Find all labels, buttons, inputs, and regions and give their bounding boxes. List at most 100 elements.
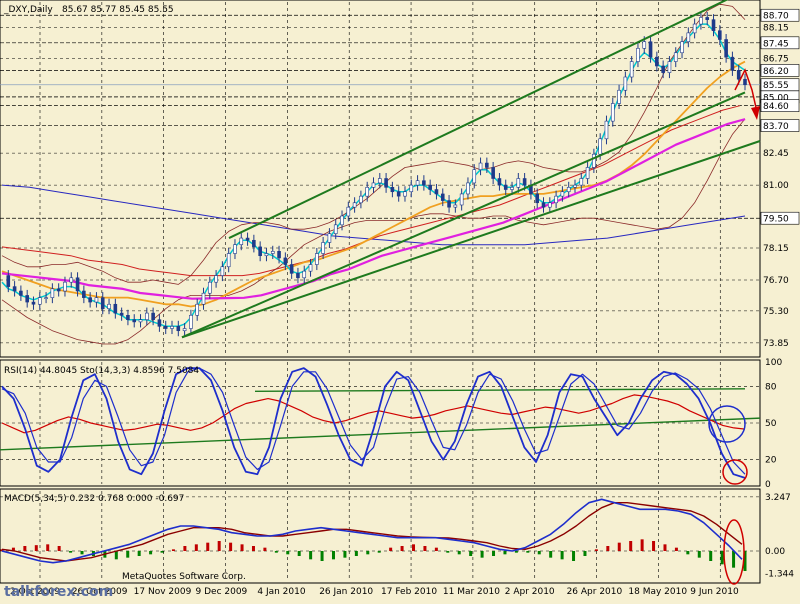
price-tick-label: 86.75 [763,54,789,64]
candle-body [56,288,61,292]
macd-histogram-bar [709,551,713,561]
macd-histogram-bar [583,551,587,556]
candle-body [6,275,11,287]
macd-histogram-bar [526,551,530,553]
macd-histogram-bar [503,551,507,555]
macd-histogram-bar [354,551,358,556]
macd-histogram-bar [480,551,484,558]
candle-body [296,273,300,279]
candle-body [170,326,174,329]
macd-histogram-bar [46,544,50,551]
candle-body [37,297,42,305]
candle-body [245,237,250,241]
macd-histogram-bar [229,542,233,551]
date-tick-label: 26 Jan 2010 [319,587,373,597]
candle-body [182,328,187,332]
macd-histogram-bar [720,551,724,565]
candle-body [718,30,722,40]
candle-body [497,178,502,186]
candle-body [69,277,74,283]
macd-tick-label: 3.247 [765,493,791,503]
candle-body [138,319,143,323]
candle-body [705,17,710,20]
candle-body [667,61,672,73]
candle-body [82,290,86,298]
candle-body [88,297,92,303]
candle-body [642,41,647,49]
macd-histogram-bar [137,551,141,556]
macd-histogram-bar [183,546,187,551]
macd-histogram-bar [57,546,61,551]
macd-histogram-bar [423,546,427,551]
candle-body [730,56,735,71]
candle-body [585,167,590,179]
candle-body [459,193,464,206]
candle-body [207,281,212,294]
candle-body [50,288,55,298]
candle-body [629,61,634,78]
candle-body [673,52,678,62]
candle-body [617,89,621,104]
candle-body [535,193,540,204]
macd-tick-label: -1.344 [765,569,794,579]
candle-body [359,195,363,204]
macd-histogram-bar [640,539,644,551]
chart-svg: 88.1586.7585.0084.6082.4581.0078.1576.70… [0,0,800,600]
candle-body [25,295,29,303]
macd-histogram-bar [412,544,416,551]
price-box-label: 79.50 [763,215,789,225]
candle-body [119,312,124,316]
macd-histogram-bar [240,544,244,551]
macd-histogram-bar [251,546,255,551]
macd-histogram-bar [217,541,221,551]
candle-body [308,264,313,272]
candle-body [100,297,105,309]
macd-histogram-bar [194,544,198,551]
candle-body [252,239,256,248]
macd-histogram-bar [446,551,450,553]
macd-tick-label: 0.00 [765,547,785,557]
candle-body [661,65,665,73]
candle-body [390,187,395,193]
price-box-label: 88.70 [763,12,789,22]
macd-histogram-bar [549,551,553,558]
candle-body [63,281,67,292]
macd-histogram-bar [343,551,347,558]
osc-tick-label: 100 [765,358,782,368]
price-box-label: 87.45 [763,39,789,49]
candle-body [195,303,199,316]
candle-body [327,233,332,243]
price-tick-label: 88.15 [763,23,789,33]
date-tick-label: 18 May 2010 [628,587,687,597]
macd-histogram-bar [149,551,153,555]
osc-tick-label: 80 [765,382,777,392]
candle-body [440,193,445,201]
macd-histogram-bar [663,544,667,551]
candle-body [340,215,344,226]
price-tick-label: 78.15 [763,244,789,254]
candle-body [472,169,477,184]
candle-body [201,292,206,305]
candle-body [541,202,546,208]
symbol-label: _DXY,Daily [3,5,53,15]
macd-histogram-bar [697,551,701,558]
macd-histogram-bar [434,547,438,551]
price-tick-label: 81.00 [763,181,789,191]
candle-body [189,314,193,329]
candle-body [333,224,338,234]
candle-body [163,326,168,329]
macd-histogram-bar [469,551,473,556]
candle-body [604,120,609,140]
candle-body [510,187,514,190]
ohlc-readout: 85.67 85.77 85.45 85.55 [62,5,174,15]
macd-histogram-bar [274,551,278,553]
candle-body [428,184,432,190]
macd-histogram-bar [732,551,736,568]
macd-histogram-bar [686,551,690,555]
candle-body [711,19,716,31]
candle-body [573,184,577,188]
macd-histogram-bar [309,551,313,560]
price-tick-label: 75.30 [763,307,789,317]
macd-histogram-bar [674,547,678,551]
osc-tick-label: 50 [765,419,777,429]
